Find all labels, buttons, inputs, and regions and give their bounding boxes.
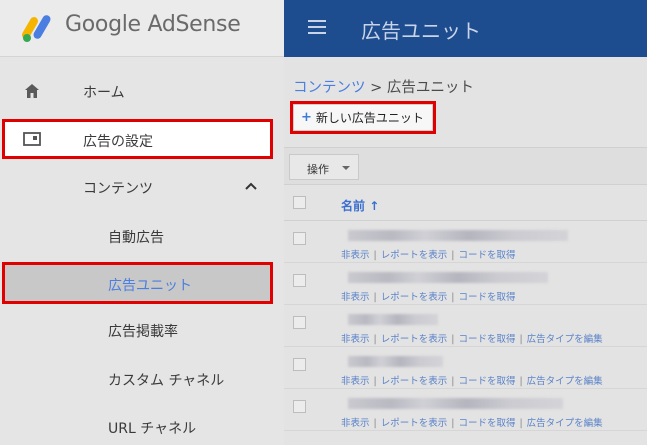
sidebar-item-label: 広告の設定 [83, 134, 153, 150]
view-report-link[interactable]: レポートを表示 [381, 418, 448, 429]
breadcrumb-current: 広告ユニット [386, 80, 474, 96]
sidebar-item-label: コンテンツ [83, 181, 153, 197]
page-title: 広告ユニット [361, 19, 481, 43]
sidebar-item-home[interactable]: ホーム [0, 67, 284, 115]
sidebar-item-label: 広告ユニット [108, 278, 192, 294]
hide-link[interactable]: 非表示 [341, 292, 370, 303]
row-checkbox[interactable] [293, 358, 306, 371]
row-checkbox[interactable] [293, 232, 306, 245]
view-report-link[interactable]: レポートを表示 [381, 376, 448, 387]
edit-ad-type-link[interactable]: 広告タイプを編集 [527, 418, 603, 429]
view-report-link[interactable]: レポートを表示 [381, 250, 448, 261]
adsense-logo-icon [22, 15, 51, 42]
edit-ad-type-link[interactable]: 広告タイプを編集 [527, 376, 603, 387]
sidebar-item-label: カスタム チャネル [108, 373, 225, 389]
select-all-checkbox[interactable] [293, 196, 306, 209]
sidebar-item-coverage[interactable]: 広告掲載率 [0, 306, 284, 354]
chevron-up-icon [245, 182, 257, 190]
hide-link[interactable]: 非表示 [341, 334, 370, 345]
row-checkbox[interactable] [293, 274, 306, 287]
redacted-name [348, 398, 563, 409]
ad-settings-icon [23, 132, 41, 146]
column-header-name[interactable]: 名前 ↑ [341, 197, 379, 214]
get-code-link[interactable]: コードを取得 [458, 250, 515, 261]
row-checkbox[interactable] [293, 316, 306, 329]
get-code-link[interactable]: コードを取得 [458, 292, 515, 303]
sidebar-item-ad-units[interactable]: 広告ユニット [2, 262, 273, 304]
sidebar-item-url-channels[interactable]: URL チャネル [0, 403, 284, 445]
get-code-link[interactable]: コードを取得 [458, 376, 515, 387]
actions-label: 操作 [307, 163, 329, 176]
table-row: 非表示 | レポートを表示 | コードを取得 [284, 263, 647, 305]
home-icon [25, 84, 39, 98]
dropdown-caret-icon [342, 166, 350, 170]
sidebar-item-auto-ads[interactable]: 自動広告 [0, 212, 284, 260]
main-content: コンテンツ > 広告ユニット + 新しい広告ユニット 操作 名前 ↑ 非表示 | レ… [284, 57, 647, 445]
row-actions: 非表示 | レポートを表示 | コードを取得 [341, 250, 516, 261]
view-report-link[interactable]: レポートを表示 [381, 334, 448, 345]
get-code-link[interactable]: コードを取得 [458, 334, 515, 345]
table-row: 非表示 | レポートを表示 | コードを取得 | 広告タイプを編集 [284, 305, 647, 347]
hide-link[interactable]: 非表示 [341, 250, 370, 261]
row-actions: 非表示 | レポートを表示 | コードを取得 [341, 292, 516, 303]
edit-ad-type-link[interactable]: 広告タイプを編集 [527, 334, 603, 345]
sidebar-item-custom-channels[interactable]: カスタム チャネル [0, 355, 284, 403]
actions-dropdown[interactable]: 操作 [289, 154, 359, 180]
column-name-label: 名前 [341, 199, 366, 213]
breadcrumb-separator: > [365, 80, 387, 96]
table-row: 非表示 | レポートを表示 | コードを取得 [284, 221, 647, 263]
brand-name: Google AdSense [65, 12, 241, 37]
new-ad-unit-label: 新しい広告ユニット [315, 111, 424, 125]
table-toolbar: 操作 [284, 147, 647, 185]
menu-icon[interactable] [308, 20, 326, 34]
plus-icon: + [301, 110, 312, 125]
view-report-link[interactable]: レポートを表示 [381, 292, 448, 303]
top-app-bar: 広告ユニット [284, 0, 647, 57]
breadcrumb: コンテンツ > 広告ユニット [293, 76, 474, 97]
new-ad-unit-button[interactable]: + 新しい広告ユニット [290, 101, 436, 134]
brand-header: Google AdSense [0, 0, 284, 57]
sidebar-item-label: 広告掲載率 [108, 324, 178, 340]
breadcrumb-link-content[interactable]: コンテンツ [293, 80, 366, 96]
redacted-name [348, 272, 548, 283]
sidebar-item-label: 自動広告 [108, 230, 164, 246]
redacted-name [348, 356, 443, 367]
hide-link[interactable]: 非表示 [341, 418, 370, 429]
table-header: 名前 ↑ [284, 185, 647, 221]
get-code-link[interactable]: コードを取得 [458, 418, 515, 429]
row-actions: 非表示 | レポートを表示 | コードを取得 | 広告タイプを編集 [341, 334, 603, 345]
row-checkbox[interactable] [293, 400, 306, 413]
row-actions: 非表示 | レポートを表示 | コードを取得 | 広告タイプを編集 [341, 418, 603, 429]
sidebar-item-label: ホーム [83, 85, 125, 101]
sidebar-item-content[interactable]: コンテンツ [0, 163, 284, 211]
sort-ascending-icon: ↑ [369, 199, 380, 213]
redacted-name [348, 230, 568, 241]
sidebar-item-ad-settings[interactable]: 広告の設定 [2, 119, 273, 159]
table-row: 非表示 | レポートを表示 | コードを取得 | 広告タイプを編集 [284, 389, 647, 431]
row-actions: 非表示 | レポートを表示 | コードを取得 | 広告タイプを編集 [341, 376, 603, 387]
table-row: 非表示 | レポートを表示 | コードを取得 | 広告タイプを編集 [284, 347, 647, 389]
redacted-name [348, 314, 438, 325]
sidebar: Google AdSense ホーム 広告の設定 コンテンツ 自動広告 広告ユニ… [0, 0, 284, 445]
sidebar-item-label: URL チャネル [108, 421, 197, 437]
hide-link[interactable]: 非表示 [341, 376, 370, 387]
